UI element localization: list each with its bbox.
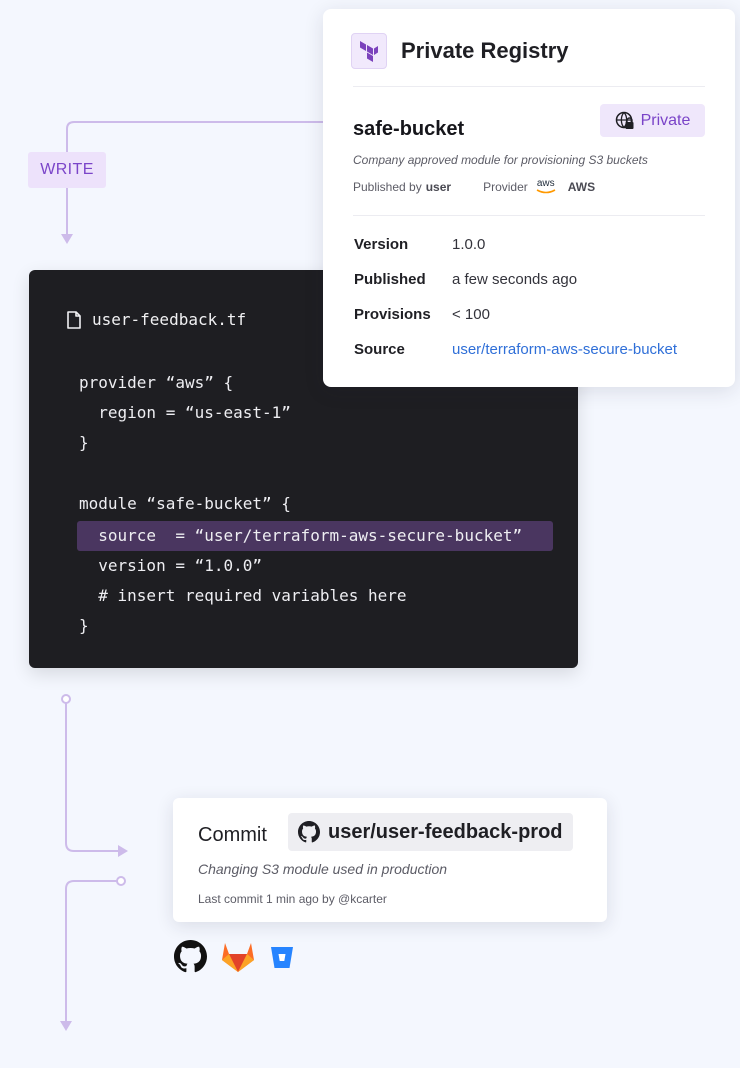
code-line: } <box>79 433 89 452</box>
aws-logo-icon: aws <box>536 179 556 194</box>
bitbucket-icon <box>269 944 295 970</box>
github-icon <box>174 940 207 973</box>
write-badge: WRITE <box>28 152 106 188</box>
file-name: user-feedback.tf <box>92 310 247 329</box>
property-row: Provisions < 100 <box>354 299 714 329</box>
registry-header: Private Registry <box>351 33 569 69</box>
provider-label: Provider <box>483 179 528 194</box>
repo-name: user/user-feedback-prod <box>328 820 563 843</box>
published-by-user: user <box>425 179 452 194</box>
visibility-label: Private <box>640 111 691 129</box>
property-key: Source <box>354 340 405 358</box>
commit-meta: Last commit 1 min ago by @kcarter <box>198 892 387 906</box>
github-icon <box>298 821 320 843</box>
provider-name: AWS <box>567 179 596 194</box>
commit-card: Commit user/user-feedback-prod Changing … <box>173 798 607 922</box>
code-line: } <box>79 616 89 635</box>
module-meta: Published by user Provider aws AWS <box>353 179 595 194</box>
module-description: Company approved module for provisioning… <box>353 153 648 167</box>
code-line: module “safe-bucket” { <box>79 494 291 513</box>
private-registry-card: Private Registry safe-bucket Private Com… <box>323 9 735 387</box>
published-by-label: Published by <box>353 179 422 194</box>
source-link[interactable]: user/terraform-aws-secure-bucket <box>452 341 677 358</box>
module-name: safe-bucket <box>353 118 465 140</box>
globe-lock-icon <box>615 111 634 129</box>
code-line: provider “aws” { <box>79 373 234 392</box>
property-row: Source user/terraform-aws-secure-bucket <box>354 334 714 364</box>
terraform-logo-icon <box>351 33 387 69</box>
property-value: a few seconds ago <box>452 270 578 288</box>
code-line: region = “us-east-1” <box>79 403 291 422</box>
commit-label: Commit <box>198 824 267 846</box>
property-row: Version 1.0.0 <box>354 229 714 259</box>
code-line-highlighted: source = “user/terraform-aws-secure-buck… <box>77 521 553 551</box>
gitlab-icon <box>221 941 255 973</box>
commit-message: Changing S3 module used in production <box>198 861 448 877</box>
registry-title: Private Registry <box>401 38 569 63</box>
property-value: 1.0.0 <box>452 235 486 253</box>
code-line: # insert required variables here <box>79 586 407 605</box>
file-icon <box>67 310 81 329</box>
divider <box>353 215 705 216</box>
visibility-badge: Private <box>600 104 705 137</box>
code-line: version = “1.0.0” <box>79 556 263 575</box>
vcs-provider-icons <box>174 940 309 973</box>
repo-badge[interactable]: user/user-feedback-prod <box>288 813 573 851</box>
property-value: < 100 <box>452 305 490 323</box>
property-key: Published <box>354 270 426 288</box>
property-row: Published a few seconds ago <box>354 264 714 294</box>
divider <box>353 86 705 87</box>
file-header: user-feedback.tf <box>66 310 246 329</box>
property-key: Provisions <box>354 305 431 323</box>
property-key: Version <box>354 235 409 253</box>
